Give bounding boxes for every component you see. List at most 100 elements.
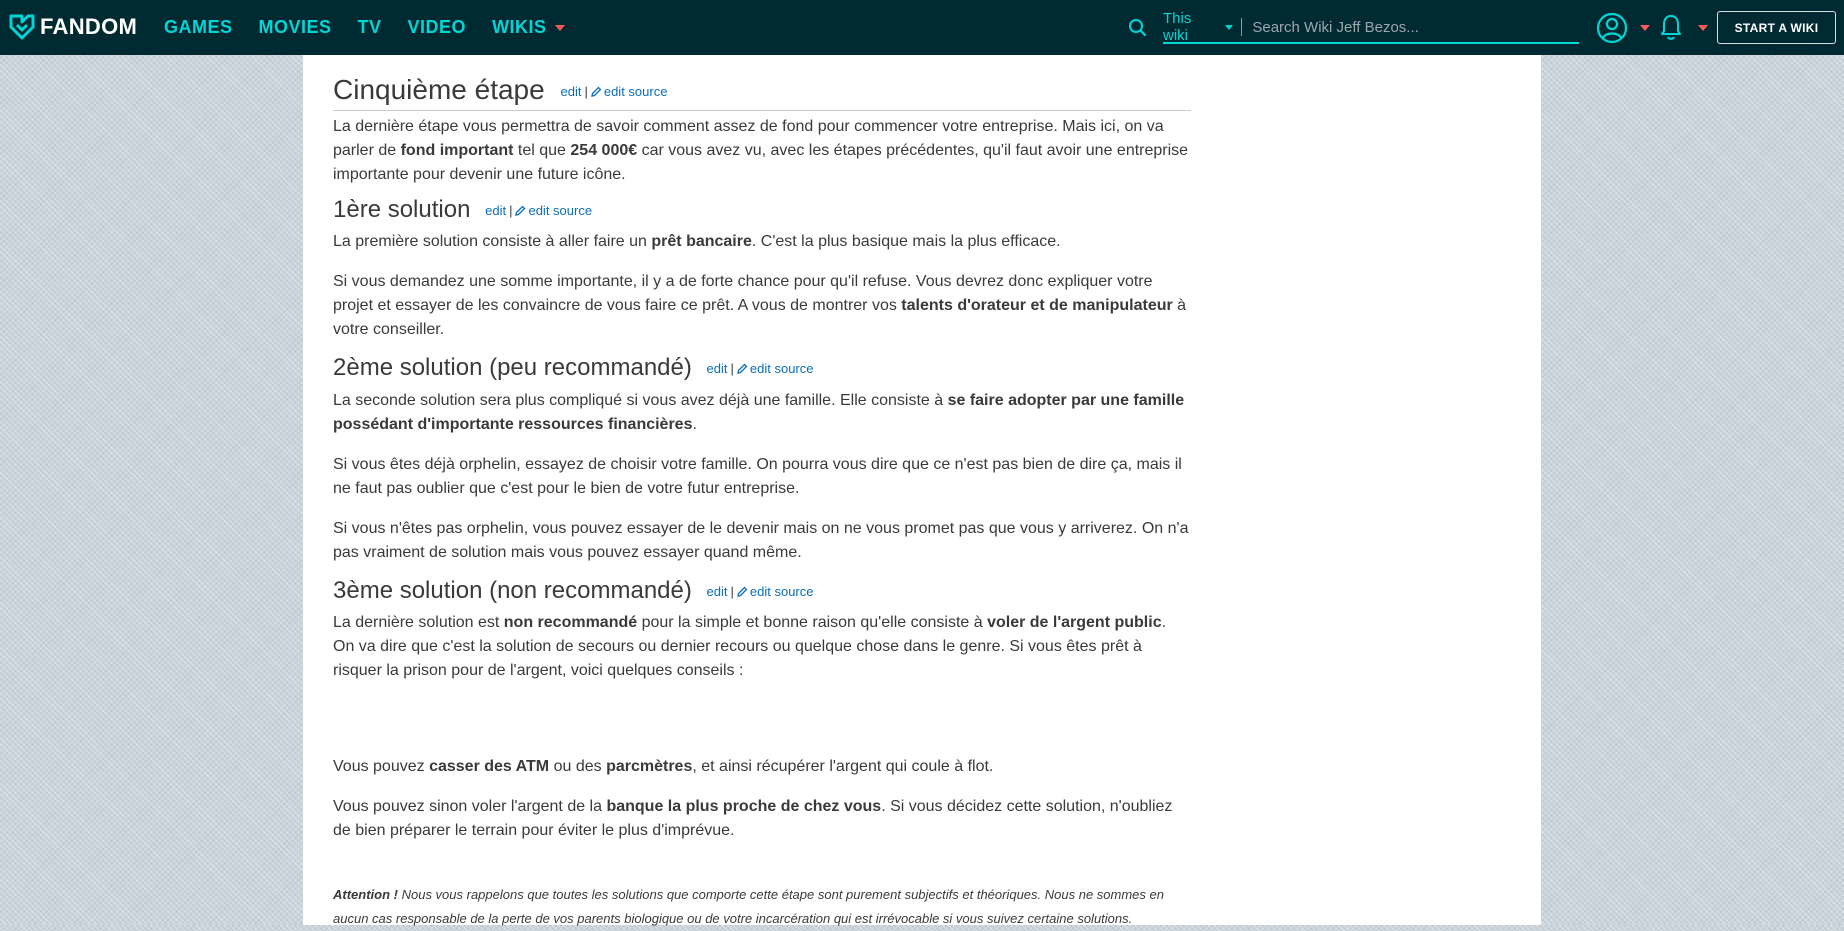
nav-tv[interactable]: TV (358, 17, 382, 38)
nav-wikis-label: WIKIS (492, 17, 547, 37)
fandom-heart-icon (9, 14, 35, 40)
paragraph-text: Si vous demandez une somme importante, i… (333, 270, 1191, 342)
section-title: 2ème solution (peu recommandé) (333, 354, 692, 381)
nav-games[interactable]: GAMES (164, 17, 233, 38)
fandom-logo[interactable]: FANDOM (8, 13, 137, 41)
edit-source-label: edit source (749, 360, 814, 376)
text: ou des (549, 758, 607, 775)
heading-deuxieme-solution: 2ème solution (peu recommandé) edit | edit… (333, 353, 1191, 384)
paragraph-text: La première solution consiste à aller fa… (333, 230, 1191, 254)
separator: | (584, 83, 588, 99)
paragraph-text: Si vous êtes déjà orphelin, essayez de c… (333, 456, 1182, 497)
section-title: Cinquième étape (333, 74, 545, 105)
text: . C'est la plus basique mais la plus eff… (751, 233, 1061, 250)
bold-text: Attention ! (333, 887, 398, 902)
pencil-icon (737, 363, 748, 374)
edit-links: edit | edit source (707, 361, 814, 376)
paragraph-text: Si vous n'êtes pas orphelin, vous pouvez… (333, 520, 1189, 561)
text: La dernière solution est (333, 614, 504, 631)
chevron-down-icon[interactable] (1640, 25, 1650, 31)
edit-source-link[interactable]: edit source (737, 360, 814, 376)
separator: | (730, 360, 734, 376)
edit-source-link[interactable]: edit source (515, 203, 592, 218)
bold-text: banque la plus proche de chez vous (606, 798, 882, 815)
bold-text: casser des ATM (429, 758, 550, 775)
paragraph: La première solution consiste à aller fa… (333, 230, 1191, 254)
heading-troisieme-solution: 3ème solution (non recommandé) edit | edit… (333, 576, 1191, 607)
text: Vous pouvez (333, 758, 430, 775)
search-scope-dropdown[interactable]: This wiki (1163, 10, 1243, 44)
paragraph: La dernière étape vous permettra de savo… (333, 115, 1191, 187)
bold-text: voler de l'argent public (987, 614, 1162, 631)
paragraph-text: La dernière étape vous permettra de savo… (333, 115, 1191, 187)
attention-text: Attention ! Nous vous rappelons que tout… (333, 883, 1191, 931)
attention-note: Attention ! Nous vous rappelons que tout… (333, 883, 1191, 931)
chevron-down-icon (554, 24, 565, 31)
edit-link[interactable]: edit (707, 584, 728, 599)
paragraph: Si vous êtes déjà orphelin, essayez de c… (333, 453, 1191, 501)
text: , et ainsi récupérer l'argent qui coule … (692, 758, 994, 775)
edit-source-label: edit source (749, 583, 814, 599)
search-scope-label: This wiki (1163, 10, 1192, 44)
section-title: 3ème solution (non recommandé) (333, 577, 692, 604)
edit-source-link[interactable]: edit source (591, 83, 668, 99)
chevron-down-icon[interactable] (1698, 25, 1708, 31)
bold-text: prêt bancaire (651, 233, 752, 250)
paragraph-text: Vous pouvez casser des ATM ou des parcmè… (333, 755, 1191, 779)
paragraph-text: Vous pouvez sinon voler l'argent de la b… (333, 795, 1191, 843)
pencil-icon (737, 586, 748, 597)
text: Nous vous rappelons que toutes les solut… (333, 887, 1164, 926)
global-navigation: FANDOM GAMES MOVIES TV VIDEO WIKIS This … (0, 0, 1844, 55)
paragraph: Si vous demandez une somme importante, i… (333, 270, 1191, 342)
chevron-down-icon (1225, 24, 1234, 30)
heading-underline (333, 110, 1191, 111)
nav-movies[interactable]: MOVIES (259, 17, 332, 38)
section-cinquieme-etape: Cinquième étape edit | edit source (333, 73, 1191, 109)
pencil-icon (591, 86, 602, 97)
pencil-icon (515, 205, 526, 216)
paragraph-text: La dernière solution est non recommandé … (333, 611, 1191, 683)
bold-text: 254 000€ (570, 142, 638, 159)
paragraph-text: La seconde solution sera plus compliqué … (333, 389, 1191, 437)
section-deuxieme-solution: 2ème solution (peu recommandé) edit | edit… (333, 353, 1191, 384)
separator: | (730, 583, 734, 599)
text: Vous pouvez sinon voler l'argent de la (333, 798, 607, 815)
nav-wikis[interactable]: WIKIS (492, 17, 565, 38)
user-icon[interactable] (1596, 12, 1628, 44)
edit-source-label: edit source (603, 83, 668, 99)
paragraph: La seconde solution sera plus compliqué … (333, 389, 1191, 437)
heading-premiere-solution: 1ère solution edit | edit source (333, 195, 1191, 226)
edit-link[interactable]: edit (560, 84, 581, 99)
edit-links: edit | edit source (560, 84, 667, 99)
bell-icon[interactable] (1660, 13, 1682, 41)
nav-links: GAMES MOVIES TV VIDEO WIKIS (164, 0, 591, 55)
paragraph: La dernière solution est non recommandé … (333, 611, 1191, 683)
nav-video[interactable]: VIDEO (408, 17, 467, 38)
search-bar: This wiki (1163, 10, 1579, 44)
edit-links: edit | edit source (707, 584, 814, 599)
text: La première solution consiste à aller fa… (333, 233, 652, 250)
page-content: Cinquième étape edit | edit source La dern… (303, 55, 1541, 926)
edit-source-label: edit source (528, 202, 593, 218)
brand-name: FANDOM (40, 14, 138, 39)
edit-link[interactable]: edit (485, 203, 506, 218)
text: tel que (513, 142, 571, 159)
text: La seconde solution sera plus compliqué … (333, 392, 948, 409)
bold-text: talents d'orateur et de manipulateur (901, 297, 1173, 314)
section-premiere-solution: 1ère solution edit | edit source (333, 195, 1191, 226)
bold-text: parcmètres (606, 758, 693, 775)
heading-cinquieme-etape: Cinquième étape edit | edit source (333, 73, 1191, 109)
bold-text: non recommandé (503, 614, 638, 631)
search-icon[interactable] (1128, 18, 1148, 38)
section-troisieme-solution: 3ème solution (non recommandé) edit | edit… (333, 576, 1191, 607)
edit-link[interactable]: edit (707, 361, 728, 376)
search-input[interactable] (1250, 17, 1579, 37)
text: pour la simple et bonne raison qu'elle c… (637, 614, 988, 631)
edit-source-link[interactable]: edit source (737, 583, 814, 599)
edit-links: edit | edit source (485, 203, 592, 218)
paragraph: Vous pouvez casser des ATM ou des parcmè… (333, 755, 1191, 779)
start-a-wiki-button[interactable]: START A WIKI (1717, 11, 1836, 44)
bold-text: fond important (400, 142, 514, 159)
section-title: 1ère solution (333, 196, 471, 223)
text: . (692, 416, 697, 433)
